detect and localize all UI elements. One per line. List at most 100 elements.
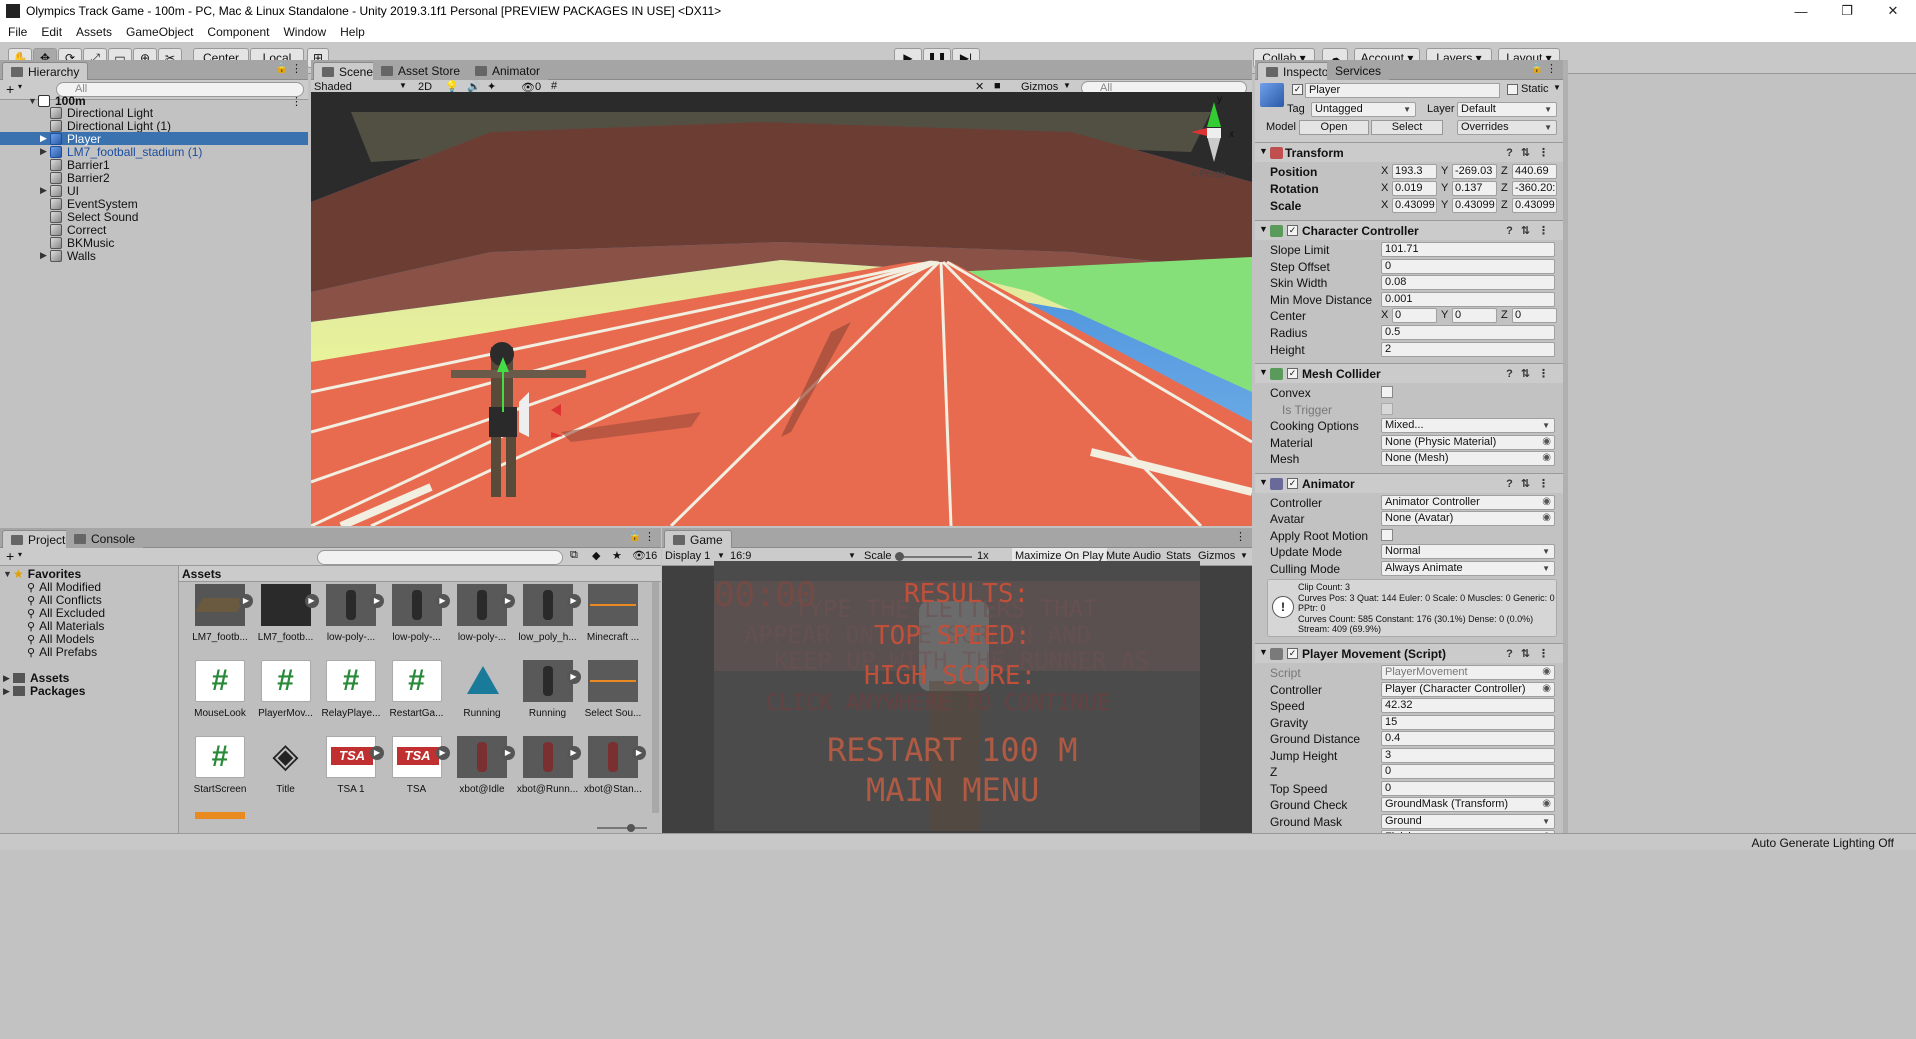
shading-dropdown-icon[interactable]: ▼ xyxy=(399,81,407,90)
expand-asset-icon[interactable]: ▶ xyxy=(501,594,515,608)
character-controller-options-icon[interactable]: ?⇅⋮ xyxy=(1506,224,1557,237)
expand-asset-icon[interactable]: ▶ xyxy=(370,746,384,760)
select-model-button[interactable]: Select xyxy=(1371,120,1443,135)
transform-options-icon[interactable]: ?⇅⋮ xyxy=(1506,146,1557,159)
pm-jump-height-field[interactable]: 3 xyxy=(1381,747,1555,763)
culling-mode-field[interactable]: Always Animate xyxy=(1381,560,1555,576)
hidden-packages-icon[interactable]: 👁 xyxy=(632,549,646,562)
overrides-dropdown[interactable]: Overrides xyxy=(1457,120,1557,135)
search-by-type-icon[interactable]: ⧉ xyxy=(570,549,578,562)
position-z-field[interactable]: 440.69 xyxy=(1512,164,1557,179)
pm-ground-mask-field[interactable]: Ground xyxy=(1381,813,1555,829)
position-y[interactable]: Y -269.03 xyxy=(1441,164,1497,179)
expand-asset-icon[interactable]: ▶ xyxy=(566,594,581,608)
game-viewport[interactable]: 00:00 TYPE THE LETTERS THAT APPEAR ON TH… xyxy=(714,561,1200,831)
convex-checkbox[interactable] xyxy=(1381,386,1393,398)
asset-item[interactable]: ◈ Title xyxy=(253,734,319,808)
cc-center-z-field[interactable]: 0 xyxy=(1512,308,1557,323)
favorite-star-icon[interactable]: ★ xyxy=(612,549,622,562)
cc-center-y-field[interactable]: 0 xyxy=(1452,308,1497,323)
cc-skin-width-field[interactable]: 0.08 xyxy=(1381,275,1555,290)
thumbnail-size-slider[interactable] xyxy=(597,827,647,829)
asset-item[interactable]: TSA ▶ TSA 1 xyxy=(318,734,384,808)
menu-window[interactable]: Window xyxy=(283,25,326,39)
pm-ground-check-field[interactable]: GroundMask (Transform) xyxy=(1381,797,1555,812)
hierarchy-item[interactable]: EventSystem xyxy=(0,197,308,211)
active-checkbox[interactable]: ✓ xyxy=(1292,84,1303,95)
hierarchy-item[interactable]: Select Sound xyxy=(0,210,308,224)
asset-item[interactable]: # MouseLook xyxy=(187,658,253,732)
menu-gameobject[interactable]: GameObject xyxy=(126,25,193,39)
project-create-button[interactable]: + xyxy=(6,548,14,564)
position-x[interactable]: X 193.3 xyxy=(1381,164,1437,179)
cc-center-y[interactable]: Y0 xyxy=(1441,308,1497,323)
asset-item[interactable]: Select Sou... xyxy=(580,658,646,732)
scene-viewport[interactable]: x y < Persp xyxy=(311,92,1252,526)
auto-lighting-status[interactable]: Auto Generate Lighting Off xyxy=(1751,836,1894,850)
cc-height-field[interactable]: 2 xyxy=(1381,341,1555,357)
display-dropdown-icon[interactable]: ▼ xyxy=(717,551,725,560)
position-z[interactable]: Z 440.69 xyxy=(1501,164,1557,179)
player-movement-options-icon[interactable]: ?⇅⋮ xyxy=(1506,647,1557,660)
expand-asset-icon[interactable]: ▶ xyxy=(239,594,253,608)
expand-arrow-icon[interactable]: ▶ xyxy=(40,185,50,196)
tab-game[interactable]: Game xyxy=(664,530,732,548)
close-button[interactable]: ✕ xyxy=(1870,0,1916,22)
hierarchy-item[interactable]: Directional Light xyxy=(0,106,308,120)
inspector-scrollbar[interactable] xyxy=(1563,60,1568,833)
asset-grid-scrollbar[interactable] xyxy=(652,582,659,813)
rotation-z-field[interactable]: -360.20: xyxy=(1512,181,1557,196)
pm-z-field[interactable]: 0 xyxy=(1381,764,1555,779)
expand-arrow-icon[interactable]: ▶ xyxy=(40,250,50,261)
project-create-dropdown-icon[interactable]: ▾ xyxy=(18,550,22,559)
cc-step-offset-field[interactable]: 0 xyxy=(1381,258,1555,274)
animator-controller-field[interactable]: Animator Controller xyxy=(1381,494,1555,510)
asset-item[interactable]: ▶ low_poly_h... xyxy=(515,582,581,656)
pm-controller-field[interactable]: Player (Character Controller) xyxy=(1381,681,1555,697)
transform-fold-icon[interactable]: ▼ xyxy=(1259,146,1268,156)
hierarchy-item[interactable]: ▶ Walls xyxy=(0,249,308,263)
scale-z-field[interactable]: 0.43099 xyxy=(1512,198,1557,213)
hierarchy-item[interactable]: Correct xyxy=(0,223,308,237)
expand-asset-icon[interactable]: ▶ xyxy=(435,746,450,760)
pm-script-field[interactable]: PlayerMovement xyxy=(1381,665,1555,680)
scale-x[interactable]: X 0.43099 xyxy=(1381,198,1437,213)
scale-y[interactable]: Y 0.43099 xyxy=(1441,198,1497,213)
position-y-field[interactable]: -269.03 xyxy=(1452,164,1497,179)
position-x-field[interactable]: 193.3 xyxy=(1392,164,1437,179)
asset-item[interactable]: ▶ xbot@Idle xyxy=(449,734,515,808)
expand-asset-icon[interactable]: ▶ xyxy=(632,746,646,760)
hierarchy-item[interactable]: Directional Light (1) xyxy=(0,119,308,133)
asset-item[interactable]: ▶ low-poly-... xyxy=(384,582,450,656)
expand-asset-icon[interactable]: ▶ xyxy=(566,746,581,760)
asset-item[interactable]: # RestartGa... xyxy=(384,658,450,732)
asset-item[interactable]: # RelayPlaye... xyxy=(318,658,384,732)
packages-folder-row[interactable]: ▶ Packages xyxy=(0,683,178,699)
pm-ground-distance-field[interactable]: 0.4 xyxy=(1381,731,1555,746)
rotation-y[interactable]: Y 0.137 xyxy=(1441,181,1497,196)
menu-edit[interactable]: Edit xyxy=(41,25,62,39)
mesh-collider-enabled-checkbox[interactable]: ✓ xyxy=(1287,368,1298,379)
asset-item[interactable]: Running xyxy=(449,658,515,732)
player-movement-fold-icon[interactable]: ▼ xyxy=(1259,647,1268,657)
game-main-menu-button[interactable]: MAIN MENU xyxy=(866,771,1039,809)
assets-expand-icon[interactable]: ▶ xyxy=(3,673,13,684)
lock-icon[interactable]: 🔒 xyxy=(276,63,288,74)
project-lock-icon[interactable]: 🔒 xyxy=(629,531,641,542)
cc-radius-field[interactable]: 0.5 xyxy=(1381,325,1555,340)
asset-item[interactable]: Minecraft ... xyxy=(580,582,646,656)
static-checkbox[interactable] xyxy=(1507,84,1518,95)
character-controller-enabled-checkbox[interactable]: ✓ xyxy=(1287,225,1298,236)
rotation-z[interactable]: Z -360.20: xyxy=(1501,181,1557,196)
scale-slider-handle[interactable] xyxy=(895,552,904,561)
mesh-collider-options-icon[interactable]: ?⇅⋮ xyxy=(1506,367,1557,380)
layer-dropdown[interactable]: Default xyxy=(1457,102,1557,117)
display-dropdown[interactable]: Display 1 xyxy=(665,550,710,562)
object-name-input[interactable]: Player xyxy=(1305,83,1500,98)
rotation-x[interactable]: X 0.019 xyxy=(1381,181,1437,196)
scale-y-field[interactable]: 0.43099 xyxy=(1452,198,1497,213)
cc-center-z[interactable]: Z0 xyxy=(1501,308,1557,323)
tag-dropdown[interactable]: Untagged xyxy=(1311,102,1416,117)
cc-min-move-distance-field[interactable]: 0.001 xyxy=(1381,291,1555,307)
static-dropdown-icon[interactable]: ▼ xyxy=(1553,83,1561,92)
